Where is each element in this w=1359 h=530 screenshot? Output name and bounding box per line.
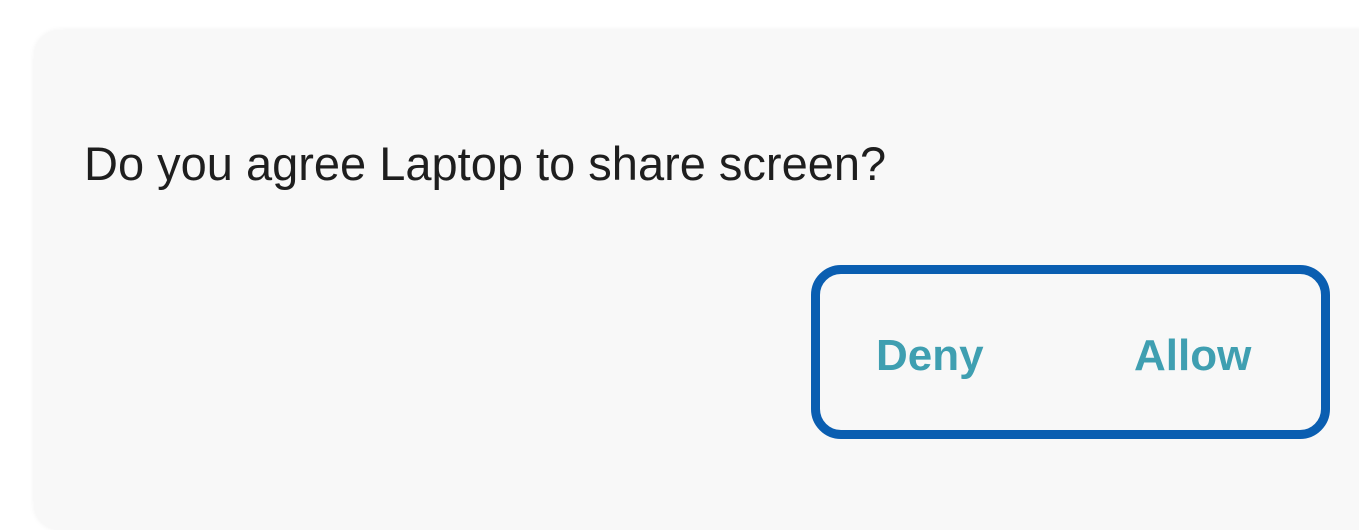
allow-button[interactable]: Allow: [1134, 326, 1251, 386]
dialog-message: Do you agree Laptop to share screen?: [84, 137, 887, 190]
deny-button[interactable]: Deny: [876, 326, 984, 386]
